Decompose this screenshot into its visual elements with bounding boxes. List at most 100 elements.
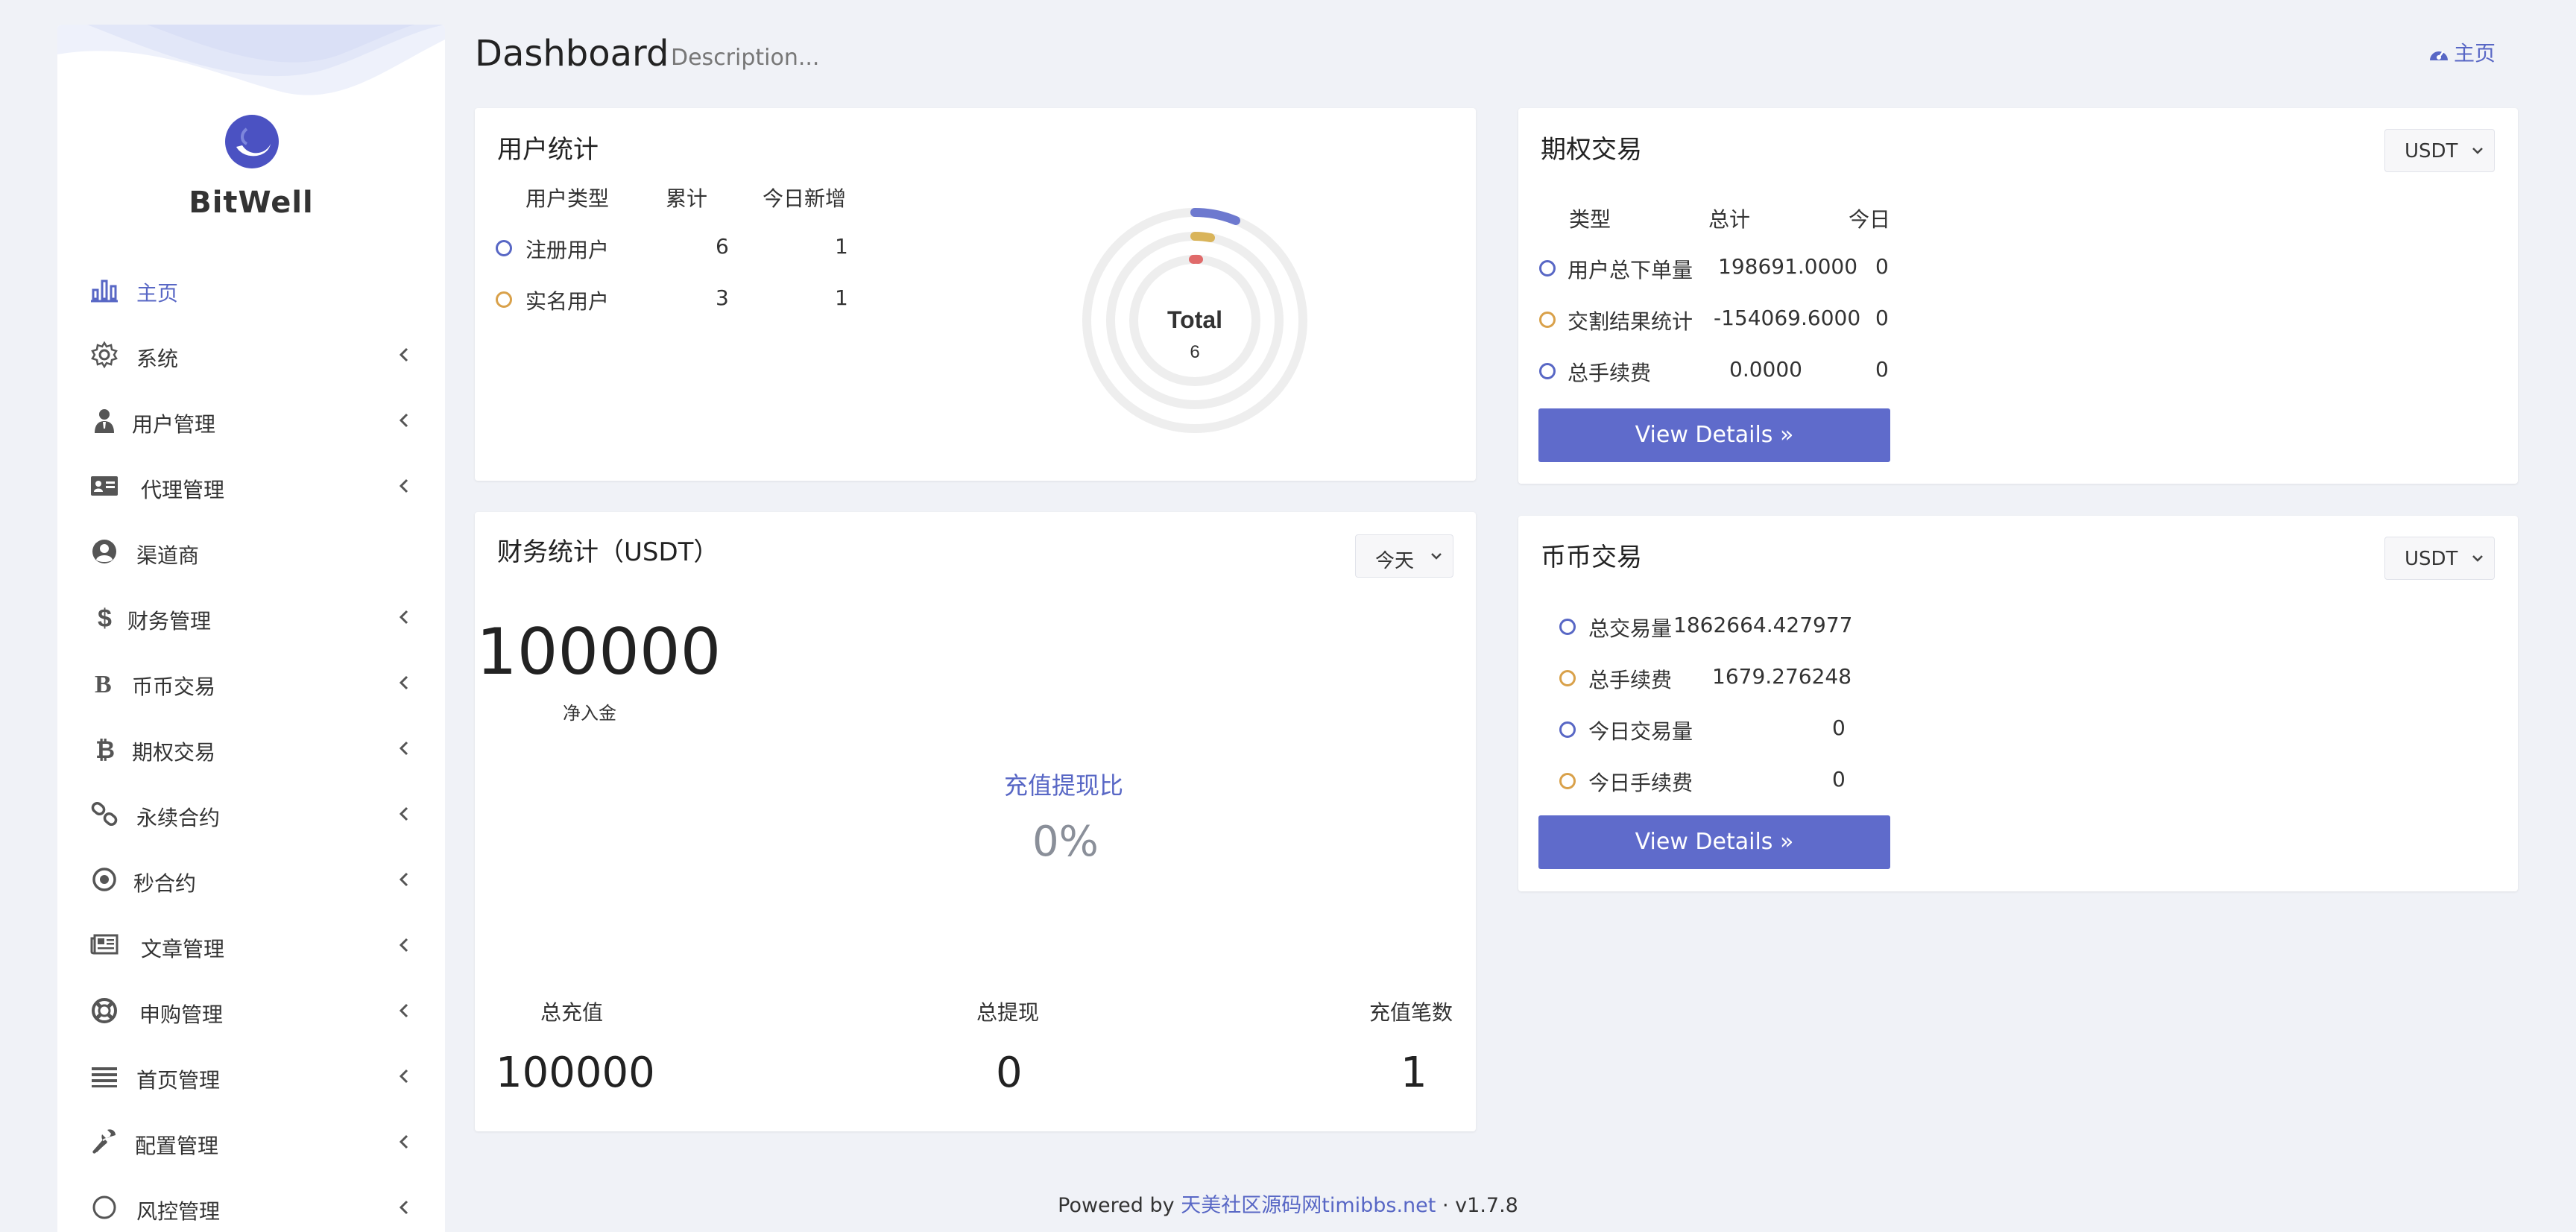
- sidebar-item-label: 永续合约: [136, 806, 221, 830]
- sidebar-item-label: 文章管理: [141, 937, 225, 961]
- ratio-label: 充值提现比: [1004, 771, 1124, 800]
- row-today: 0: [1875, 357, 1889, 382]
- currency-select-value: USDT: [2405, 140, 2458, 162]
- legend-dot-blue: [1539, 363, 1556, 379]
- total-label: 总充值: [540, 1000, 604, 1025]
- column-header: 总计: [1708, 207, 1751, 232]
- legend-dot-blue: [1559, 721, 1576, 738]
- wrench-icon: [92, 1129, 116, 1154]
- chevron-left-icon: [399, 478, 408, 493]
- card-title: 用户统计: [497, 135, 599, 165]
- chevron-left-icon: [399, 872, 408, 887]
- page-description: Description...: [671, 45, 820, 71]
- sidebar-item-label: 主页: [136, 281, 179, 306]
- row-type: 注册用户: [525, 238, 610, 262]
- row-label: 总交易量: [1588, 616, 1673, 641]
- sidebar-item-finance[interactable]: $ 财务管理: [57, 591, 445, 643]
- currency-select[interactable]: USDT: [2384, 129, 2495, 172]
- legend-dot-yellow: [496, 291, 512, 308]
- view-details-button[interactable]: View Details »: [1538, 408, 1890, 462]
- sidebar-item-agents[interactable]: 代理管理: [57, 460, 445, 512]
- sidebar-item-perpetual[interactable]: 永续合约: [57, 788, 445, 840]
- chevron-down-icon: [2472, 555, 2483, 562]
- bitwell-logo[interactable]: [224, 114, 280, 169]
- sidebar-item-config[interactable]: 配置管理: [57, 1116, 445, 1168]
- currency-select-value: USDT: [2405, 548, 2458, 570]
- sidebar-item-label: 代理管理: [141, 478, 225, 502]
- card-title: 期权交易: [1541, 135, 1642, 165]
- view-details-label: View Details: [1635, 829, 1773, 855]
- breadcrumb[interactable]: 主页: [2428, 37, 2496, 67]
- legend-dot-yellow: [1559, 670, 1576, 686]
- row-value: 0: [1832, 715, 1846, 740]
- column-header: 类型: [1569, 207, 1611, 232]
- sidebar-item-seconds-contract[interactable]: 秒合约: [57, 853, 445, 906]
- card-title: 币币交易: [1541, 543, 1642, 572]
- chevron-down-icon: [2472, 148, 2483, 154]
- net-inflow-label: 净入金: [563, 703, 616, 724]
- newspaper-icon: [90, 934, 119, 955]
- column-header: 今日: [1849, 207, 1891, 232]
- sidebar-item-channels[interactable]: 渠道商: [57, 525, 445, 578]
- chevron-left-icon: [399, 1003, 408, 1018]
- footer-link[interactable]: 天美社区源码网timibbs.net: [1181, 1194, 1436, 1217]
- row-total: 3: [716, 285, 729, 310]
- total-value: 0: [996, 1049, 1023, 1097]
- sidebar-item-system[interactable]: 系统: [57, 329, 445, 381]
- bold-b-icon: B: [95, 671, 112, 697]
- row-total: 198691.0000: [1718, 254, 1858, 279]
- chevron-left-icon: [399, 413, 408, 428]
- footer-separator: ·: [1442, 1194, 1449, 1217]
- svg-text:₿: ₿: [95, 736, 115, 762]
- user-circle-icon: [92, 540, 116, 563]
- dollar-icon: $: [98, 604, 112, 631]
- chevron-left-icon: [399, 1069, 408, 1084]
- user-ring-chart: Total 6: [1082, 208, 1307, 433]
- sidebar-item-label: 申购管理: [139, 1002, 224, 1027]
- row-today: 0: [1875, 254, 1889, 279]
- chevron-left-icon: [399, 347, 408, 362]
- sidebar-item-home[interactable]: 主页: [57, 263, 445, 315]
- sidebar-item-label: 系统: [136, 347, 179, 371]
- footer: Powered by 天美社区源码网timibbs.net · v1.7.8: [0, 1189, 2576, 1218]
- gear-icon: [91, 341, 118, 369]
- sidebar-item-coin-trade[interactable]: B 币币交易: [57, 657, 445, 709]
- sidebar-item-articles[interactable]: 文章管理: [57, 919, 445, 971]
- sidebar-item-homepage[interactable]: 首页管理: [57, 1050, 445, 1102]
- ratio-value: 0%: [1032, 818, 1099, 866]
- view-details-button[interactable]: View Details »: [1538, 815, 1890, 869]
- chevron-left-icon: [399, 938, 408, 953]
- breadcrumb-home[interactable]: 主页: [2454, 41, 2496, 66]
- period-select[interactable]: 今天: [1355, 534, 1453, 578]
- total-value: 1: [1401, 1049, 1427, 1097]
- legend-dot-yellow: [1559, 773, 1576, 789]
- column-header: 今日新增: [763, 186, 847, 211]
- double-chevron-right-icon: »: [1779, 829, 1794, 855]
- row-value: 1862664.427977: [1673, 613, 1853, 637]
- brand-name: BitWell: [189, 186, 314, 220]
- chevron-left-icon: [399, 1134, 408, 1149]
- link-icon: [91, 801, 118, 827]
- total-value: 100000: [496, 1049, 655, 1097]
- legend-dot-blue: [1539, 260, 1556, 277]
- row-type: 交割结果统计: [1568, 309, 1693, 334]
- sidebar-item-label: 首页管理: [136, 1068, 221, 1093]
- total-label: 总提现: [976, 1000, 1040, 1025]
- row-label: 今日手续费: [1588, 771, 1693, 795]
- row-type: 用户总下单量: [1568, 258, 1693, 282]
- list-icon: [92, 1067, 117, 1087]
- sidebar-item-users[interactable]: 用户管理: [57, 394, 445, 446]
- net-inflow-value: 100000: [476, 615, 722, 689]
- chevron-left-icon: [399, 610, 408, 625]
- row-total: -154069.6000: [1714, 306, 1861, 330]
- chevron-down-icon: [1431, 553, 1442, 560]
- finance-card: 财务统计（USDT） 今天 100000 净入金 充值提现比 0% 总充值 10…: [475, 512, 1476, 1131]
- bar-chart-icon: [91, 279, 118, 303]
- user-stats-card: 用户统计 用户类型 累计 今日新增 注册用户 6 1 实名用户 3 1 Tota…: [475, 108, 1476, 481]
- legend-dot-blue: [496, 240, 512, 256]
- row-total: 0.0000: [1729, 357, 1802, 382]
- row-type: 实名用户: [525, 289, 610, 314]
- currency-select[interactable]: USDT: [2384, 537, 2495, 580]
- sidebar-item-options-trade[interactable]: ₿ 期权交易: [57, 722, 445, 774]
- sidebar-item-subscriptions[interactable]: 申购管理: [57, 985, 445, 1037]
